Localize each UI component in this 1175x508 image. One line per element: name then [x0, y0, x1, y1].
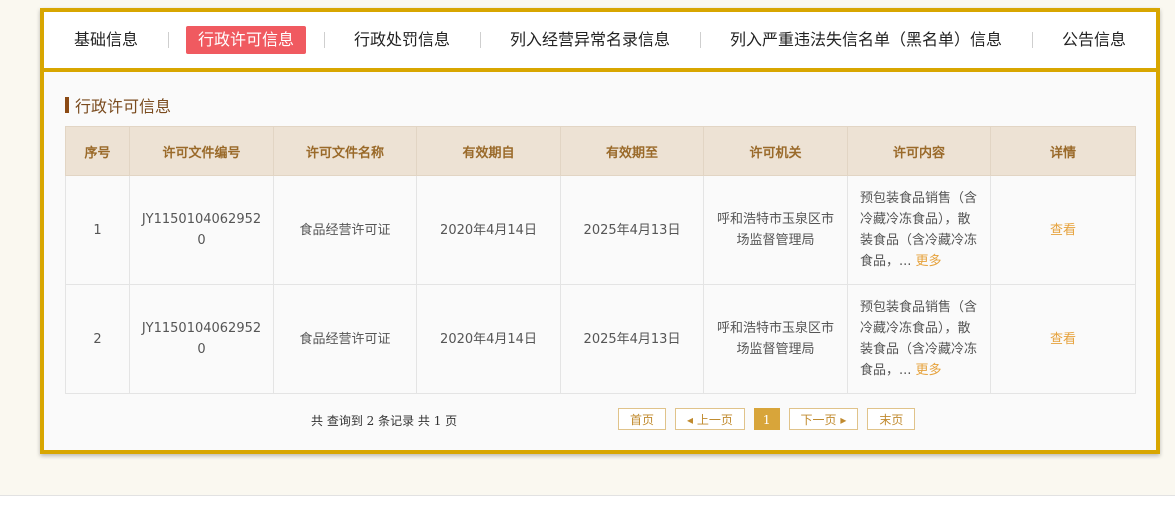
col-header-index: 序号 — [65, 126, 130, 176]
tab-announcements[interactable]: 公告信息 — [1050, 26, 1138, 54]
pagination: 共 查询到 2 条记录 共 1 页 首页 ◂ 上一页 1 下一页 ▸ 末页 — [65, 408, 1135, 434]
table-row: 2 JY11501040629520 食品经营许可证 2020年4月14日 20… — [65, 284, 1136, 394]
cell-valid-to: 2025年4月13日 — [560, 284, 704, 394]
license-table: 序号 许可文件编号 许可文件名称 有效期自 有效期至 许可机关 许可内容 详情 … — [65, 126, 1136, 394]
tab-divider — [323, 32, 325, 48]
table-row: 1 JY11501040629520 食品经营许可证 2020年4月14日 20… — [65, 175, 1136, 285]
more-link[interactable]: 更多 — [916, 363, 942, 378]
view-link[interactable]: 查看 — [1050, 223, 1076, 238]
tab-divider — [167, 32, 169, 48]
section-title: 行政许可信息 — [65, 94, 1135, 116]
tab-divider — [1031, 32, 1033, 48]
tab-divider — [479, 32, 481, 48]
cell-detail: 查看 — [990, 175, 1136, 285]
cell-license-no: JY11501040629520 — [129, 284, 274, 394]
cell-index: 1 — [65, 175, 130, 285]
cell-content: 预包装食品销售（含冷藏冷冻食品），散装食品（含冷藏冷冻食品，... 更多 — [847, 284, 991, 394]
col-header-content: 许可内容 — [847, 126, 991, 176]
col-header-detail: 详情 — [990, 126, 1136, 176]
col-header-license-name: 许可文件名称 — [273, 126, 417, 176]
col-header-license-no: 许可文件编号 — [129, 126, 274, 176]
tab-abnormal-list[interactable]: 列入经营异常名录信息 — [498, 26, 682, 54]
tab-basic-info[interactable]: 基础信息 — [62, 26, 150, 54]
tab-admin-license[interactable]: 行政许可信息 — [186, 26, 307, 54]
table-header-row: 序号 许可文件编号 许可文件名称 有效期自 有效期至 许可机关 许可内容 详情 — [65, 126, 1136, 176]
cell-authority: 呼和浩特市玉泉区市场监督管理局 — [703, 284, 848, 394]
license-content: 行政许可信息 序号 许可文件编号 许可文件名称 有效期自 有效期至 许可机关 许… — [44, 72, 1156, 450]
current-page-button[interactable]: 1 — [753, 408, 780, 430]
cell-index: 2 — [65, 284, 130, 394]
cell-license-name: 食品经营许可证 — [273, 175, 417, 285]
footer — [0, 496, 1175, 508]
first-page-button[interactable]: 首页 — [618, 408, 667, 430]
col-header-valid-to: 有效期至 — [560, 126, 704, 176]
more-link[interactable]: 更多 — [916, 254, 942, 269]
cell-license-no: JY11501040629520 — [129, 175, 274, 285]
record-summary: 共 查询到 2 条记录 共 1 页 — [311, 414, 458, 428]
cell-authority: 呼和浩特市玉泉区市场监督管理局 — [703, 175, 848, 285]
cell-valid-from: 2020年4月14日 — [416, 284, 561, 394]
section-title-text: 行政许可信息 — [75, 97, 172, 116]
tab-admin-penalty[interactable]: 行政处罚信息 — [342, 26, 462, 54]
prev-page-button[interactable]: ◂ 上一页 — [675, 408, 745, 430]
cell-valid-to: 2025年4月13日 — [560, 175, 704, 285]
title-marker — [65, 97, 69, 113]
enterprise-info-panel: 基础信息 行政许可信息 行政处罚信息 列入经营异常名录信息 列入严重违法失信名单… — [40, 8, 1160, 454]
cell-license-name: 食品经营许可证 — [273, 284, 417, 394]
col-header-authority: 许可机关 — [703, 126, 848, 176]
next-page-button[interactable]: 下一页 ▸ — [788, 408, 859, 430]
view-link[interactable]: 查看 — [1050, 332, 1076, 347]
info-tabs: 基础信息 行政许可信息 行政处罚信息 列入经营异常名录信息 列入严重违法失信名单… — [44, 12, 1156, 68]
tab-divider — [699, 32, 701, 48]
last-page-button[interactable]: 末页 — [867, 408, 916, 430]
tab-blacklist[interactable]: 列入严重违法失信名单（黑名单）信息 — [718, 26, 1014, 54]
pager-buttons: 首页 ◂ 上一页 1 下一页 ▸ 末页 — [618, 408, 924, 430]
col-header-valid-from: 有效期自 — [416, 126, 561, 176]
cell-detail: 查看 — [990, 284, 1136, 394]
cell-valid-from: 2020年4月14日 — [416, 175, 561, 285]
cell-content: 预包装食品销售（含冷藏冷冻食品），散装食品（含冷藏冷冻食品，... 更多 — [847, 175, 991, 285]
